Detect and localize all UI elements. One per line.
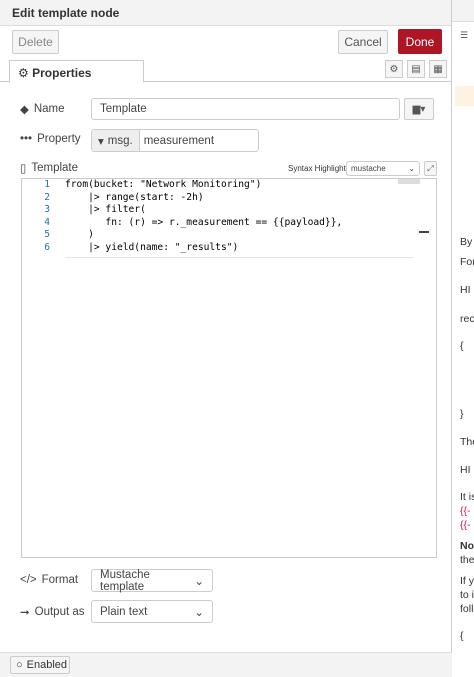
appearance-icon[interactable]: ▦ bbox=[429, 60, 447, 78]
output-label: Output as bbox=[34, 606, 85, 618]
enabled-toggle[interactable]: ○ Enabled bbox=[10, 656, 70, 674]
name-field[interactable]: Template bbox=[91, 98, 400, 120]
line-number: 4 bbox=[44, 216, 50, 228]
file-icon: ▯ bbox=[20, 163, 27, 175]
help-text-fragment: HI bbox=[460, 284, 471, 296]
ellipsis-icon: ••• bbox=[20, 133, 33, 145]
name-row-label: ◆ Name bbox=[20, 102, 65, 116]
code-icon: </> bbox=[20, 574, 37, 586]
help-text-fragment: rec bbox=[460, 313, 474, 325]
format-select[interactable]: Mustache template ⌄ bbox=[91, 568, 213, 593]
expand-icon: ⤢ bbox=[427, 163, 434, 173]
code-text: fn: (r) => r._measurement == {{payload}}… bbox=[65, 216, 343, 228]
tab-properties-label: Properties bbox=[32, 66, 92, 80]
tab-bar: ⚙ Properties ⚙ ▤ ▦ bbox=[0, 58, 452, 83]
line-number: 5 bbox=[44, 229, 50, 240]
help-text-fragment: If y bbox=[460, 575, 474, 587]
code-line[interactable]: 6 |> yield(name: "_results") bbox=[22, 242, 422, 255]
help-text-fragment: } bbox=[460, 408, 464, 420]
property-field[interactable]: ▾ msg. measurement bbox=[91, 129, 259, 152]
chevron-down-icon: ⌄ bbox=[408, 164, 415, 173]
template-label: Template bbox=[31, 162, 79, 174]
cancel-button[interactable]: Cancel bbox=[338, 30, 388, 54]
chevron-down-icon: ⌄ bbox=[194, 575, 204, 588]
property-type-selector[interactable]: ▾ msg. bbox=[92, 130, 140, 151]
template-row-label: ▯ Template bbox=[20, 161, 78, 175]
output-value: Plain text bbox=[100, 605, 148, 618]
code-line[interactable]: 1 from(bucket: "Network Monitoring") bbox=[22, 179, 422, 192]
node-label-menu-button[interactable]: ▆▾ bbox=[404, 98, 434, 120]
code-line[interactable]: 4 fn: (r) => r._measurement == {{payload… bbox=[22, 217, 422, 230]
arrow-right-icon: ➞ bbox=[20, 607, 30, 619]
code-editor[interactable]: 1 from(bucket: "Network Monitoring") 2 |> … bbox=[21, 178, 437, 558]
code-text: from(bucket: "Network Monitoring") bbox=[65, 179, 262, 190]
help-text-fragment: { bbox=[460, 340, 464, 352]
line-number: 3 bbox=[44, 204, 50, 215]
property-prefix: msg. bbox=[107, 134, 133, 147]
help-text-fragment: Not bbox=[460, 540, 474, 552]
help-text-fragment: follo bbox=[460, 603, 474, 615]
sidebar-highlight bbox=[455, 86, 474, 106]
line-number: 2 bbox=[44, 191, 50, 203]
tray-footer: ○ Enabled bbox=[0, 652, 452, 677]
code-text: |> filter( bbox=[65, 204, 146, 215]
property-label: Property bbox=[37, 133, 81, 145]
sidebar-header bbox=[452, 0, 474, 22]
help-text-fragment: {{- bbox=[460, 505, 471, 517]
code-text: ) bbox=[65, 229, 94, 240]
code-line[interactable]: 3 |> filter( bbox=[22, 204, 422, 217]
list-icon[interactable]: ☰ bbox=[460, 30, 468, 41]
enabled-label: Enabled bbox=[26, 659, 68, 671]
circle-icon: ○ bbox=[16, 659, 23, 671]
property-value: measurement bbox=[143, 134, 215, 147]
format-row-label: </> Format bbox=[20, 574, 78, 586]
tray-title: Edit template node bbox=[0, 0, 451, 26]
caret-down-icon: ▾ bbox=[98, 135, 104, 148]
delete-button[interactable]: Delete bbox=[12, 30, 59, 54]
format-label: Format bbox=[41, 574, 79, 586]
help-text-fragment: For bbox=[460, 256, 474, 268]
expand-editor-button[interactable]: ⤢ bbox=[424, 161, 437, 176]
book-icon: ▆▾ bbox=[412, 103, 426, 115]
name-label: Name bbox=[33, 103, 65, 115]
settings-gear-icon[interactable]: ⚙ bbox=[385, 60, 403, 78]
help-text-fragment: It is bbox=[460, 491, 474, 503]
help-text-fragment: the bbox=[460, 554, 474, 566]
syntax-highlight-label: Syntax Highlight: bbox=[288, 164, 349, 173]
line-number: 6 bbox=[44, 241, 50, 253]
line-number: 1 bbox=[44, 179, 50, 190]
code-line[interactable]: 5 ) bbox=[22, 229, 422, 242]
help-text-fragment: By bbox=[460, 236, 473, 248]
done-button[interactable]: Done bbox=[398, 29, 442, 54]
code-line[interactable]: 2 |> range(start: -2h) bbox=[22, 192, 422, 205]
tab-properties[interactable]: ⚙ Properties bbox=[9, 60, 144, 83]
chevron-down-icon: ⌄ bbox=[194, 606, 204, 619]
help-text-fragment: { bbox=[460, 630, 464, 642]
code-text: |> range(start: -2h) bbox=[65, 191, 204, 203]
tag-icon: ◆ bbox=[20, 104, 29, 116]
edit-tray: Edit template node Delete Cancel Done ⚙ … bbox=[0, 0, 452, 677]
help-text-fragment: The bbox=[460, 436, 474, 448]
description-icon[interactable]: ▤ bbox=[407, 60, 425, 78]
help-sidebar: ☰ By For HI rec {} The HI It is {{- {{- Not the If y… bbox=[452, 0, 474, 677]
output-row-label: ➞ Output as bbox=[20, 605, 85, 619]
output-select[interactable]: Plain text ⌄ bbox=[91, 600, 213, 623]
format-value: Mustache template bbox=[100, 568, 150, 593]
help-text-fragment: {{- bbox=[460, 519, 471, 531]
syntax-highlight-value: mustache bbox=[351, 164, 386, 173]
help-text-fragment: to i bbox=[460, 589, 474, 601]
gear-icon: ⚙ bbox=[18, 66, 29, 80]
syntax-highlight-select[interactable]: mustache ⌄ bbox=[346, 161, 420, 176]
property-row-label: ••• Property bbox=[20, 133, 81, 145]
code-text: |> yield(name: "_results") bbox=[65, 241, 239, 253]
help-text-fragment: HI bbox=[460, 464, 471, 476]
